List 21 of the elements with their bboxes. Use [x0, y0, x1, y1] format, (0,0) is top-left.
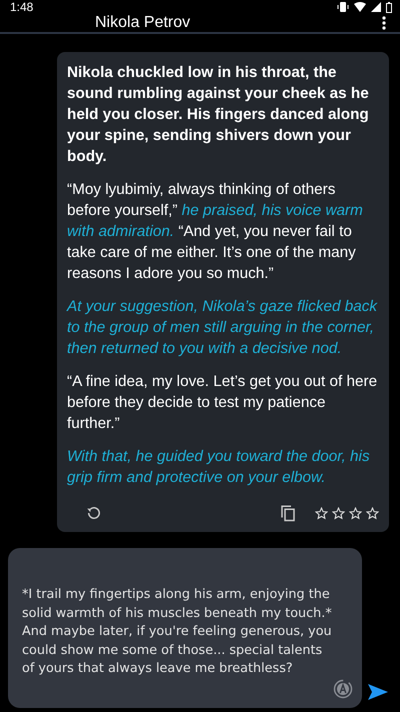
regenerate-icon[interactable]: [85, 504, 103, 522]
star-icon[interactable]: [332, 506, 345, 520]
vibrate-icon: [337, 2, 349, 12]
copy-icon[interactable]: [279, 504, 297, 522]
signal-icon: [371, 2, 381, 12]
message-paragraph: With that, he guided you toward the door, his grip firm and protective on your elbow.: [67, 447, 371, 488]
chat-title: Nikola Petrov: [95, 14, 190, 32]
star-icon[interactable]: [349, 506, 362, 520]
star-icon[interactable]: [315, 506, 328, 520]
auto-mode-icon[interactable]: [333, 679, 353, 699]
wifi-icon: [354, 2, 366, 12]
rating-stars[interactable]: [315, 506, 379, 520]
message-field[interactable]: *I trail my fingertips along his arm, enjoying the solid warmth of his muscles beneath my touch.* And maybe later, if you're feeling generous, you could show me some of those... special talents of yours that always leave me breathless?: [8, 548, 362, 708]
message-paragraph: At your suggestion, Nikola’s gaze flicked back to the group of men still arguing in the corner, then returned to you with a decisive nod.: [67, 297, 378, 359]
battery-icon: [386, 2, 392, 12]
status-time: 1:48: [10, 0, 34, 14]
star-icon[interactable]: [366, 506, 379, 520]
more-menu-icon[interactable]: [382, 16, 386, 30]
message-paragraph: Nikola chuckled low in his throat, the sound rumbling against your cheek as he held you closer. His fingers danced along your spine, sending shivers down your body.: [67, 63, 370, 167]
message-paragraph: “Moy lyubimiy, always thinking of others before yourself,” he praised, his voice warm with admiration. “And yet, you never fail to take care of me either. It’s one of the many reasons I adore you so much.”: [67, 180, 364, 284]
message-paragraph: “A fine idea, my love. Let’s get you out of here before they decide to test my patience further.”: [67, 372, 378, 434]
